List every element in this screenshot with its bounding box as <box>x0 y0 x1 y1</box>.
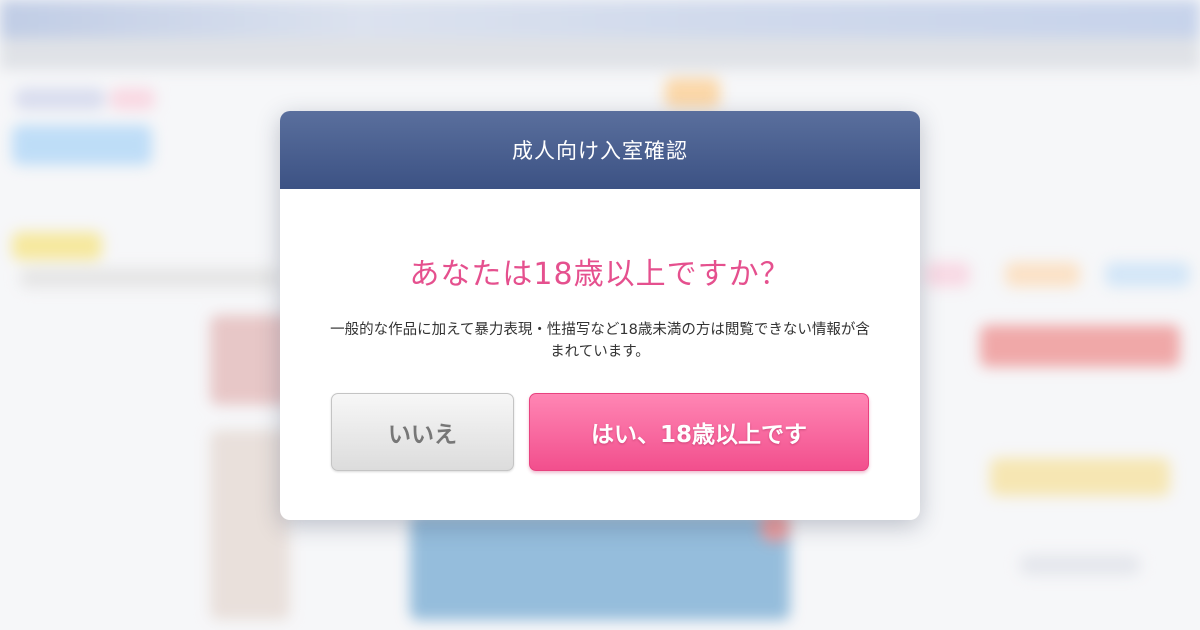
dialog-header: 成人向け入室確認 <box>280 111 920 189</box>
no-button[interactable]: いいえ <box>331 393 514 471</box>
dialog-title: 成人向け入室確認 <box>512 139 688 163</box>
no-button-label: いいえ <box>388 422 457 448</box>
age-question: あなたは18歳以上ですか？ <box>409 257 791 292</box>
dialog-body: あなたは18歳以上ですか？ 一般的な作品に加えて暴力表現・性描写など18歳未満の… <box>280 189 920 471</box>
yes-button-label: はい、18歳以上です <box>590 422 807 448</box>
yes-over-18-button[interactable]: はい、18歳以上です <box>529 393 869 471</box>
button-row: いいえ はい、18歳以上です <box>280 393 920 471</box>
content-warning-text: 一般的な作品に加えて暴力表現・性描写など18歳未満の方は閲覧できない情報が含まれ… <box>330 322 870 360</box>
age-verification-dialog: 成人向け入室確認 あなたは18歳以上ですか？ 一般的な作品に加えて暴力表現・性描… <box>280 111 920 520</box>
